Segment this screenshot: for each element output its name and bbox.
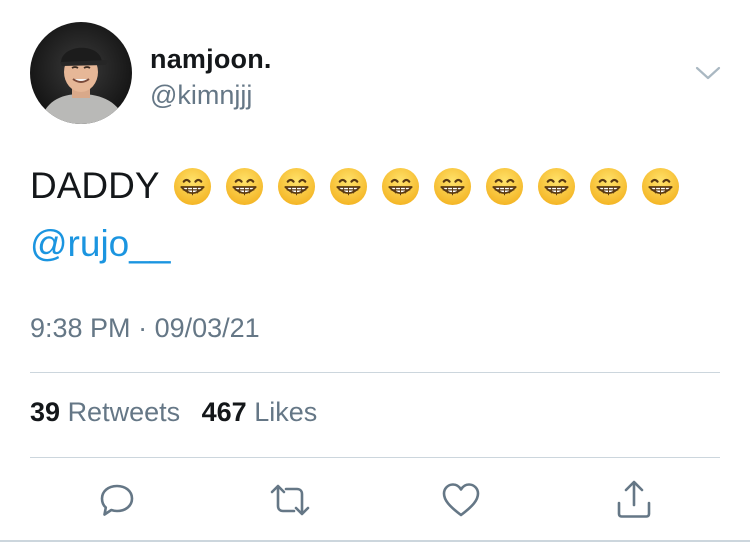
user-handle[interactable]: @kimnjjj xyxy=(150,80,252,111)
grinning-face-icon xyxy=(329,167,368,206)
divider xyxy=(30,457,720,458)
avatar[interactable] xyxy=(30,22,132,124)
divider xyxy=(0,540,750,542)
share-icon[interactable] xyxy=(612,478,656,522)
grinning-face-icon xyxy=(225,167,264,206)
tweet-detail: namjoon. @kimnjjj DADDY @rujo__ 9:38 PM … xyxy=(0,0,750,545)
likes-stat[interactable]: 467 Likes xyxy=(202,397,318,427)
tweet-time: 9:38 PM xyxy=(30,313,131,343)
timestamp-separator: · xyxy=(138,313,148,343)
retweet-icon[interactable] xyxy=(268,478,312,522)
emoji-row xyxy=(173,167,693,206)
like-icon[interactable] xyxy=(439,478,483,522)
grinning-face-icon xyxy=(641,167,680,206)
likes-label: Likes xyxy=(254,397,318,427)
timestamp: 9:38 PM · 09/03/21 xyxy=(30,313,260,344)
action-bar xyxy=(0,478,750,522)
likes-count: 467 xyxy=(201,397,247,427)
divider xyxy=(30,372,720,373)
tweet-text-content: DADDY xyxy=(30,165,160,206)
grinning-face-icon xyxy=(589,167,628,206)
retweets-stat[interactable]: 39 Retweets xyxy=(30,397,188,427)
reply-icon[interactable] xyxy=(95,478,139,522)
grinning-face-icon xyxy=(381,167,420,206)
retweets-label: Retweets xyxy=(67,397,181,427)
retweets-count: 39 xyxy=(30,397,61,427)
grinning-face-icon xyxy=(277,167,316,206)
tweet-date: 09/03/21 xyxy=(154,313,260,343)
grinning-face-icon xyxy=(537,167,576,206)
mention-link[interactable]: @rujo__ xyxy=(30,221,170,267)
tweet-text: DADDY xyxy=(30,163,693,209)
grinning-face-icon xyxy=(173,167,212,206)
engagement-stats: 39 Retweets 467 Likes xyxy=(30,397,331,428)
display-name[interactable]: namjoon. xyxy=(150,44,272,75)
grinning-face-icon xyxy=(485,167,524,206)
grinning-face-icon xyxy=(433,167,472,206)
chevron-down-icon[interactable] xyxy=(693,62,723,84)
